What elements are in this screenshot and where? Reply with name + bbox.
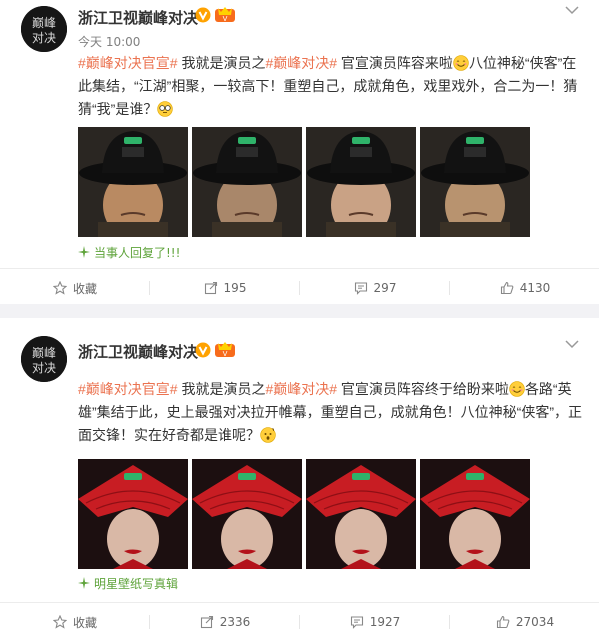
- post-image[interactable]: [306, 459, 416, 569]
- star-icon: [52, 281, 67, 295]
- post-image[interactable]: [78, 459, 188, 569]
- star-icon: [52, 615, 67, 629]
- svg-text:巅峰: 巅峰: [32, 346, 56, 360]
- feed-separator: [0, 304, 599, 318]
- hashtag-link[interactable]: #巅峰对决官宣#: [78, 55, 178, 71]
- hashtag-link[interactable]: #巅峰对决#: [265, 55, 337, 71]
- chevron-down-icon[interactable]: [565, 4, 579, 16]
- post-image[interactable]: [420, 459, 530, 569]
- image-grid: [78, 127, 530, 237]
- repost-button[interactable]: 195: [150, 269, 300, 307]
- post-time[interactable]: 今天 10:00: [78, 33, 140, 50]
- glasses-emoji: [157, 101, 174, 117]
- chevron-down-icon[interactable]: [565, 338, 579, 350]
- repost-button[interactable]: 2336: [150, 603, 300, 641]
- repost-count: 2336: [219, 615, 251, 629]
- hashtag-link[interactable]: #巅峰对决#: [265, 381, 337, 397]
- post-text: #巅峰对决官宣# 我就是演员之#巅峰对决# 官宣演员阵容终于给盼来啦 各路“英雄”…: [78, 378, 583, 447]
- weibo-post-1: 巅峰 对决 浙江卫视巅峰对决 V 今天 10:00 #巅峰对决官宣# 我就是演员…: [0, 0, 599, 304]
- member-badge-icon[interactable]: V: [214, 341, 236, 359]
- sparkle-icon: [78, 246, 90, 258]
- thumbs-up-icon: [496, 615, 510, 629]
- like-button[interactable]: 4130: [450, 269, 599, 307]
- comment-button[interactable]: 1927: [300, 603, 450, 641]
- image-grid: [78, 459, 530, 569]
- repost-count: 195: [223, 281, 247, 295]
- svg-text:V: V: [223, 15, 228, 23]
- smile-emoji: [509, 381, 525, 397]
- avatar[interactable]: 巅峰 对决: [21, 336, 67, 382]
- verified-icon: [195, 342, 211, 358]
- sub-link-label: 当事人回复了!!!: [94, 246, 181, 260]
- thumbs-up-icon: [500, 281, 514, 295]
- author-name[interactable]: 浙江卫视巅峰对决: [78, 7, 198, 28]
- wonder-emoji: [260, 427, 276, 443]
- member-badge-icon[interactable]: V: [214, 6, 236, 24]
- like-count: 4130: [519, 281, 551, 295]
- favorite-label: 收藏: [72, 281, 97, 296]
- sparkle-icon: [78, 577, 90, 589]
- svg-text:对决: 对决: [32, 31, 56, 45]
- repost-icon: [204, 281, 217, 295]
- avatar[interactable]: 巅峰 对决: [21, 6, 67, 52]
- sub-link-label: 明星壁纸写真辑: [94, 577, 179, 591]
- verified-icon: [195, 7, 211, 23]
- post-image[interactable]: [306, 127, 416, 237]
- comment-count: 1927: [369, 615, 401, 629]
- comment-button[interactable]: 297: [300, 269, 450, 307]
- svg-text:对决: 对决: [32, 361, 56, 375]
- post-image[interactable]: [192, 459, 302, 569]
- action-bar: 收藏 195 297 4130: [0, 268, 599, 307]
- post-image[interactable]: [192, 127, 302, 237]
- author-name[interactable]: 浙江卫视巅峰对决: [78, 341, 198, 362]
- comment-count: 297: [373, 281, 397, 295]
- smile-emoji: [453, 55, 469, 71]
- post-image[interactable]: [420, 127, 530, 237]
- post-text-run: 官宣演员阵容终于给盼来啦: [337, 381, 509, 397]
- post-text-run: 官宣演员阵容来啦: [337, 55, 453, 71]
- post-text: #巅峰对决官宣# 我就是演员之#巅峰对决# 官宣演员阵容来啦 八位神秘“侠客”在此…: [78, 52, 583, 121]
- favorite-button[interactable]: 收藏: [0, 603, 150, 641]
- like-count: 27034: [515, 615, 555, 629]
- comment-icon: [350, 616, 363, 629]
- post-image[interactable]: [78, 127, 188, 237]
- favorite-label: 收藏: [72, 615, 97, 630]
- svg-text:V: V: [223, 350, 228, 358]
- svg-text:巅峰: 巅峰: [32, 16, 56, 30]
- comment-icon: [354, 282, 367, 295]
- like-button[interactable]: 27034: [450, 603, 599, 641]
- sub-link[interactable]: 明星壁纸写真辑: [78, 575, 178, 592]
- repost-icon: [200, 615, 213, 629]
- action-bar: 收藏 2336 1927 27034: [0, 602, 599, 641]
- hashtag-link[interactable]: #巅峰对决官宣#: [78, 381, 178, 397]
- post-text-run: 我就是演员之: [177, 55, 266, 71]
- weibo-post-2: 巅峰 对决 浙江卫视巅峰对决 V #巅峰对决官宣# 我就是演员之#巅峰对决# 官…: [0, 318, 599, 636]
- sub-link[interactable]: 当事人回复了!!!: [78, 244, 180, 261]
- post-text-run: 我就是演员之: [177, 381, 266, 397]
- favorite-button[interactable]: 收藏: [0, 269, 150, 307]
